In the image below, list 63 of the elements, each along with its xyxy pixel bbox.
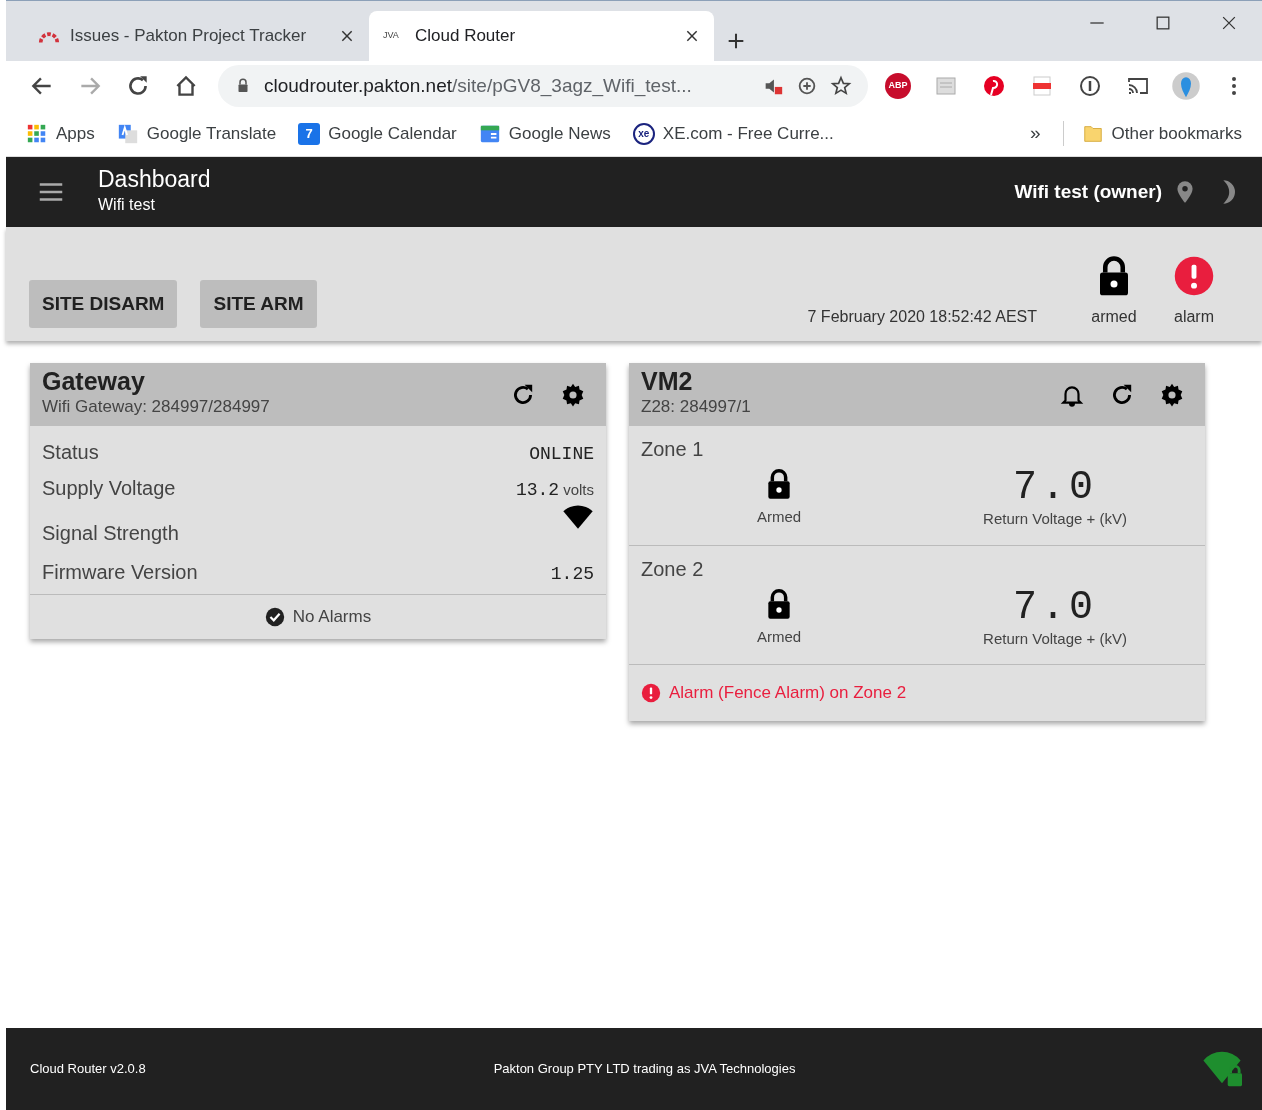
overflow-chevron[interactable]: » <box>1030 119 1041 148</box>
voltage-reading: 7.0 <box>1013 587 1097 628</box>
check-circle-icon <box>264 607 285 627</box>
translate-icon <box>116 122 139 145</box>
row-label: Supply Voltage <box>42 476 176 501</box>
version-text: Cloud Router v2.0.8 <box>30 1060 146 1079</box>
address-bar[interactable]: cloudrouter.pakton.net/site/pGV8_3agz_Wifi_test... <box>218 65 868 107</box>
star-icon[interactable] <box>830 75 852 97</box>
row-value: 1.25 <box>550 563 594 584</box>
row-label: Status <box>42 440 99 465</box>
tab-title: Cloud Router <box>415 25 517 48</box>
settings-icon[interactable] <box>1159 381 1185 408</box>
site-button[interactable]: SITE DISARM <box>29 279 178 328</box>
avatar-icon[interactable] <box>1171 71 1201 101</box>
reading-label: Return Voltage + (kV) <box>983 509 1127 529</box>
browser-tab[interactable]: Issues - Pakton Project Tracker <box>24 11 369 61</box>
unit-label: volts <box>563 480 594 498</box>
browser-tab[interactable]: JVA Cloud Router <box>369 11 714 61</box>
zone-name: Zone 2 <box>641 556 705 582</box>
tab-title: Issues - Pakton Project Tracker <box>70 25 308 48</box>
zone-state: Armed <box>756 507 802 527</box>
status-label: alarm <box>1174 307 1214 327</box>
alarm-message: Alarm (Fence Alarm) on Zone 2 <box>669 682 907 705</box>
row-value: 13.2 <box>515 479 560 500</box>
alarm-status: No Alarms <box>292 606 372 629</box>
url-text: cloudrouter.pakton.net/site/pGV8_3agz_Wifi_test... <box>264 73 692 99</box>
row-value: ONLINE <box>529 443 594 464</box>
site-button[interactable]: SITE ARM <box>200 279 317 328</box>
close-icon[interactable] <box>339 28 355 44</box>
settings-icon[interactable] <box>560 381 586 408</box>
zone-state: Armed <box>756 626 802 647</box>
close-icon[interactable] <box>684 28 700 44</box>
zone-name: Zone 1 <box>641 437 705 462</box>
bookmark-link[interactable]: Google Translate <box>116 120 277 147</box>
bookmark-link[interactable]: Apps <box>26 120 95 147</box>
info-icon[interactable] <box>1078 74 1102 98</box>
copyright-text: Pakton Group PTY LTD trading as JVA Technologies <box>493 1060 796 1079</box>
card-subtitle: Z28: 284997/1 <box>641 396 751 419</box>
apps-grid-icon <box>26 122 48 145</box>
timestamp: 7 February 2020 18:52:42 AEST <box>807 307 1037 327</box>
card-subtitle: Wifi Gateway: 284997/284997 <box>42 396 270 419</box>
alert-icon <box>1173 255 1215 297</box>
reading-label: Return Voltage + (kV) <box>983 628 1127 649</box>
tab-favicon: JVA <box>383 29 400 43</box>
alert-icon <box>641 683 661 703</box>
pin-icon[interactable] <box>982 74 1006 98</box>
page-title: Dashboard <box>98 167 211 193</box>
row-label: Firmware Version <box>42 560 198 585</box>
card-title: Gateway <box>42 369 146 395</box>
bookmark-link[interactable]: 7 Google Calendar <box>298 120 457 147</box>
bookmark-link[interactable]: Google News <box>478 120 611 147</box>
wifi-lock-icon <box>1202 1049 1242 1089</box>
card-title: VM2 <box>641 369 694 395</box>
pdf-icon[interactable] <box>1030 74 1054 98</box>
bookmark-link[interactable]: Other bookmarks <box>1062 120 1242 147</box>
status-label: armed <box>1091 307 1137 327</box>
abp-icon[interactable]: ABP <box>885 73 911 99</box>
site-name: Wifi test <box>98 194 156 215</box>
bookmark-link[interactable]: xe XE.com - Free Curre... <box>632 120 834 147</box>
user-label: Wifi test (owner) <box>1014 179 1162 204</box>
voltage-reading: 7.0 <box>1013 468 1097 508</box>
zoom-icon[interactable] <box>796 75 818 97</box>
row-label: Signal Strength <box>42 521 179 546</box>
